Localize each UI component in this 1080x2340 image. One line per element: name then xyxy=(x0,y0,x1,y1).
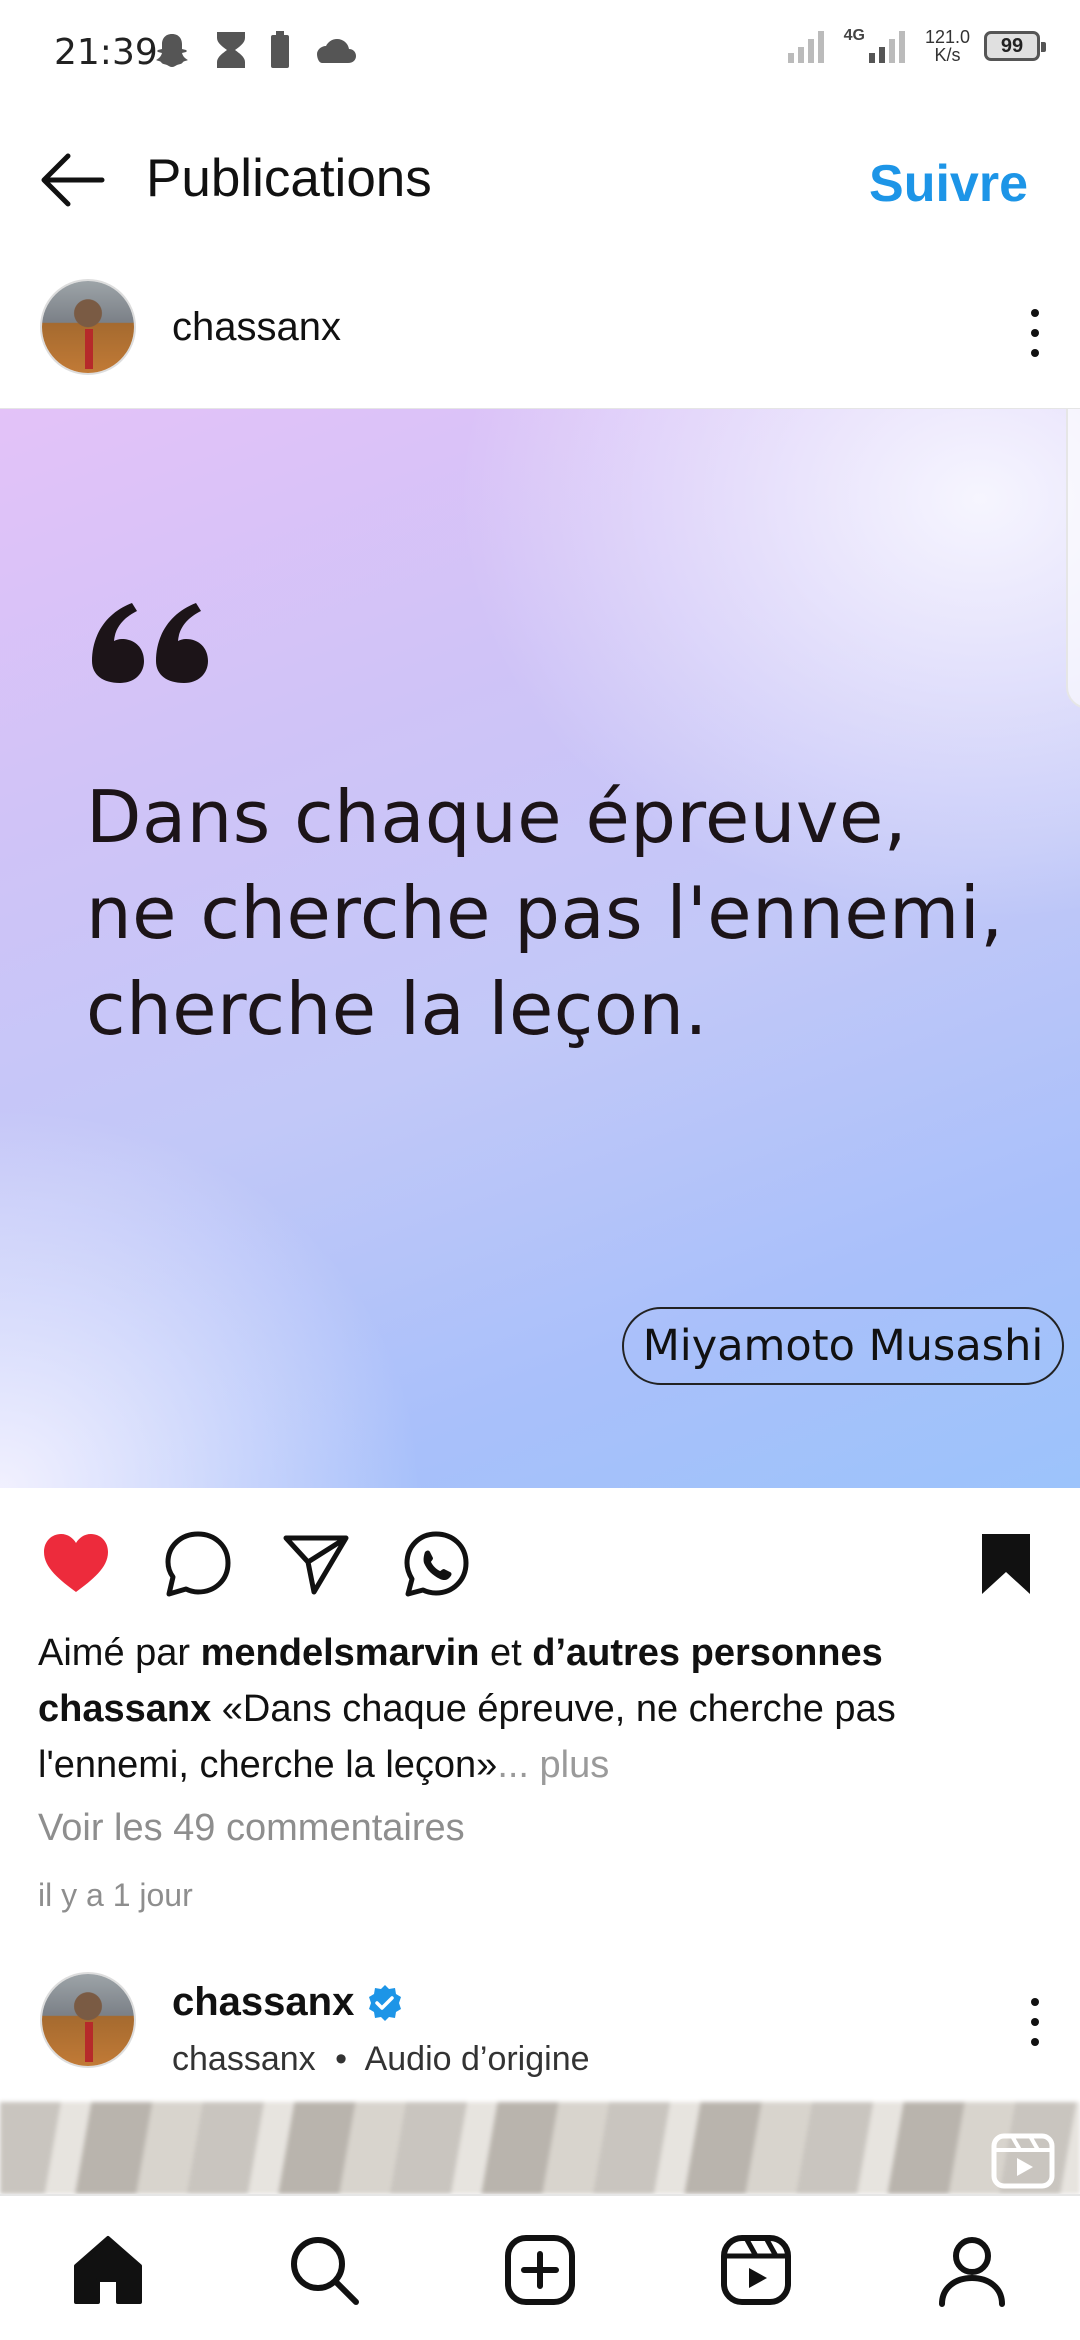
reels-icon xyxy=(721,2235,791,2305)
avatar[interactable] xyxy=(40,279,136,375)
top-app-bar: Publications Suivre xyxy=(0,110,1080,250)
next-post-subtitle: chassanx • Audio d’origine xyxy=(172,2040,590,2078)
share-button[interactable] xyxy=(280,1528,352,1600)
heart-icon xyxy=(44,1534,108,1592)
more-options-button[interactable] xyxy=(1020,303,1050,363)
quote-author: Miyamoto Musashi xyxy=(622,1307,1064,1385)
likes-others[interactable]: d’autres personnes xyxy=(532,1632,883,1674)
audio-link[interactable]: Audio d’origine xyxy=(365,2040,590,2078)
post-header: chassanx xyxy=(0,265,1080,405)
like-button[interactable] xyxy=(40,1528,112,1600)
post-caption: Aimé par mendelsmarvin et d’autres perso… xyxy=(38,1625,1048,1793)
avatar[interactable] xyxy=(40,1972,136,2068)
save-button[interactable] xyxy=(970,1528,1042,1600)
next-post-username[interactable]: chassanx xyxy=(172,1980,354,2025)
network-speed: 121.0 K/s xyxy=(924,27,970,65)
comment-icon xyxy=(165,1531,231,1597)
likes-line: Aimé par mendelsmarvin et d’autres perso… xyxy=(38,1632,883,1674)
quote-mark-icon xyxy=(92,603,208,683)
verified-badge-icon xyxy=(369,1984,402,2021)
network-type: 4G xyxy=(843,27,865,44)
next-post-header: chassanx chassanx • Audio d’origine xyxy=(0,1960,1080,2090)
home-icon xyxy=(74,2236,142,2304)
post-actions xyxy=(0,1510,1080,1610)
comment-button[interactable] xyxy=(162,1528,234,1600)
more-link[interactable]: ... plus xyxy=(497,1744,609,1786)
nav-create[interactable] xyxy=(500,2230,580,2310)
battery-indicator: 99 xyxy=(984,31,1046,61)
create-icon xyxy=(505,2235,575,2305)
whatsapp-icon xyxy=(404,1531,469,1597)
signal-icon xyxy=(787,31,824,63)
send-icon xyxy=(283,1535,349,1595)
profile-icon xyxy=(939,2237,1005,2307)
nav-reels[interactable] xyxy=(716,2230,796,2310)
more-options-button[interactable] xyxy=(1020,1992,1050,2052)
nav-search[interactable] xyxy=(284,2230,364,2310)
view-comments-link[interactable]: Voir les 49 commentaires xyxy=(38,1807,465,1850)
caption-text: chassanx «Dans chaque épreuve, ne cherch… xyxy=(38,1688,896,1786)
signal-4g-icon xyxy=(868,31,905,63)
status-time: 21:39 xyxy=(54,32,158,73)
snapchat-icon xyxy=(156,34,188,67)
post-timestamp: il y a 1 jour xyxy=(38,1877,193,1913)
battery-saver-icon xyxy=(271,31,289,68)
status-icons-left xyxy=(152,30,356,70)
reel-badge-icon xyxy=(991,2133,1055,2189)
cloud-icon xyxy=(317,39,356,63)
likes-user[interactable]: mendelsmarvin xyxy=(201,1632,480,1674)
hourglass-icon xyxy=(217,32,245,68)
next-post-image[interactable] xyxy=(0,2102,1080,2194)
page-title: Publications xyxy=(146,149,432,208)
post-username[interactable]: chassanx xyxy=(172,305,341,350)
next-post-username-row: chassanx xyxy=(172,1980,404,2025)
back-button[interactable] xyxy=(36,148,108,212)
follow-button[interactable]: Suivre xyxy=(869,154,1028,214)
bottom-navigation xyxy=(0,2194,1080,2340)
bookmark-icon xyxy=(982,1534,1030,1594)
search-icon xyxy=(291,2237,359,2305)
status-bar: 21:39 4G 121.0 K/s 99 xyxy=(0,0,1080,110)
whatsapp-share-button[interactable] xyxy=(400,1528,472,1600)
arrow-left-icon xyxy=(41,153,105,207)
nav-home[interactable] xyxy=(68,2230,148,2310)
post-image[interactable]: Dans chaque épreuve, ne cherche pas l'en… xyxy=(0,408,1080,1488)
status-icons-right: 4G 121.0 K/s 99 xyxy=(787,27,1046,65)
nav-profile[interactable] xyxy=(932,2230,1012,2310)
carousel-handle xyxy=(1066,409,1080,709)
caption-username[interactable]: chassanx xyxy=(38,1688,211,1730)
quote-text: Dans chaque épreuve, ne cherche pas l'en… xyxy=(86,775,1004,1051)
